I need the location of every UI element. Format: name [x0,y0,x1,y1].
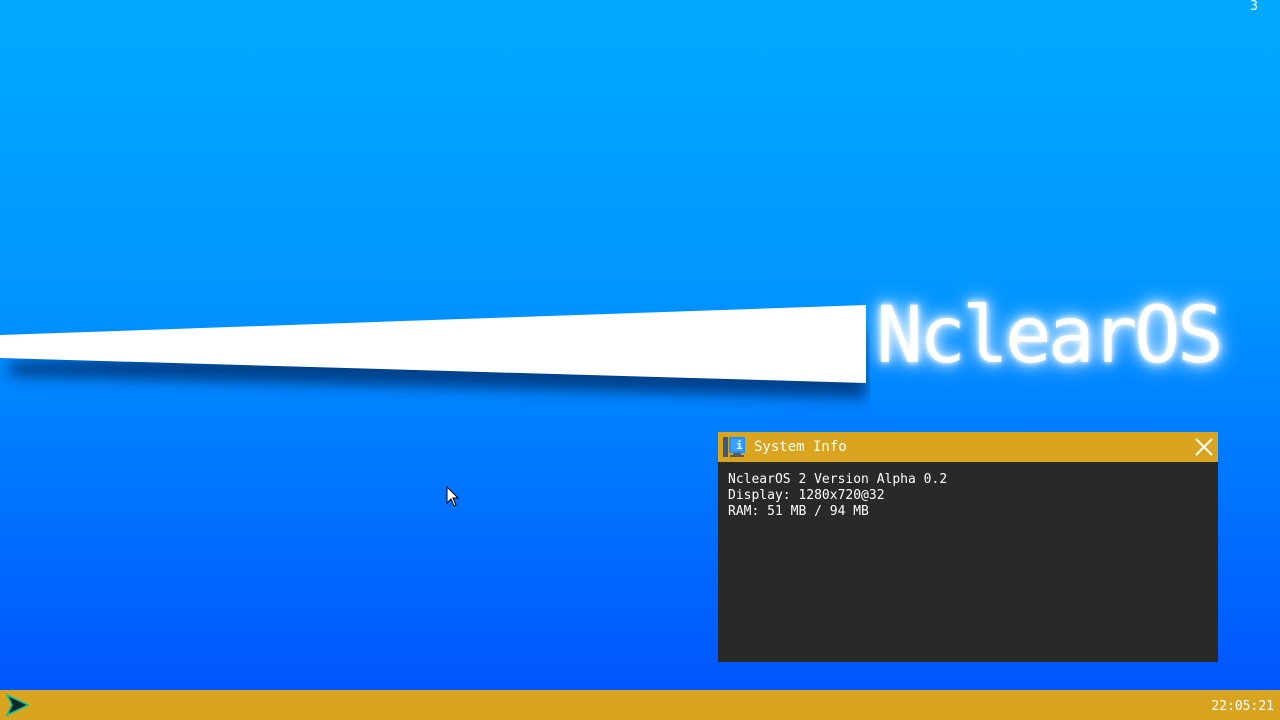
window-title: System Info [754,439,847,455]
arrow-cursor-icon [446,486,460,507]
system-info-icon: i [723,437,745,457]
display-info-line: Display: 1280x720@32 [728,488,885,503]
ram-info-line: RAM: 51 MB / 94 MB [728,504,869,519]
os-version-line: NclearOS 2 Version Alpha 0.2 [728,472,948,487]
window-body: NclearOS 2 Version Alpha 0.2 Display: 12… [718,462,1218,530]
svg-text:i: i [736,439,743,452]
window-titlebar[interactable]: i System Info [718,432,1218,462]
taskbar: 22:05:21 [0,690,1280,720]
start-arrow-icon[interactable] [4,693,30,717]
nclearos-logo: NclearOS [876,291,1224,381]
workspace-number: 3 [1250,0,1258,14]
wallpaper-beam [0,305,866,398]
close-icon[interactable] [1192,435,1216,459]
system-info-window[interactable]: i System Info NclearOS 2 Version Alpha 0… [718,432,1218,662]
taskbar-clock: 22:05:21 [1211,699,1274,714]
